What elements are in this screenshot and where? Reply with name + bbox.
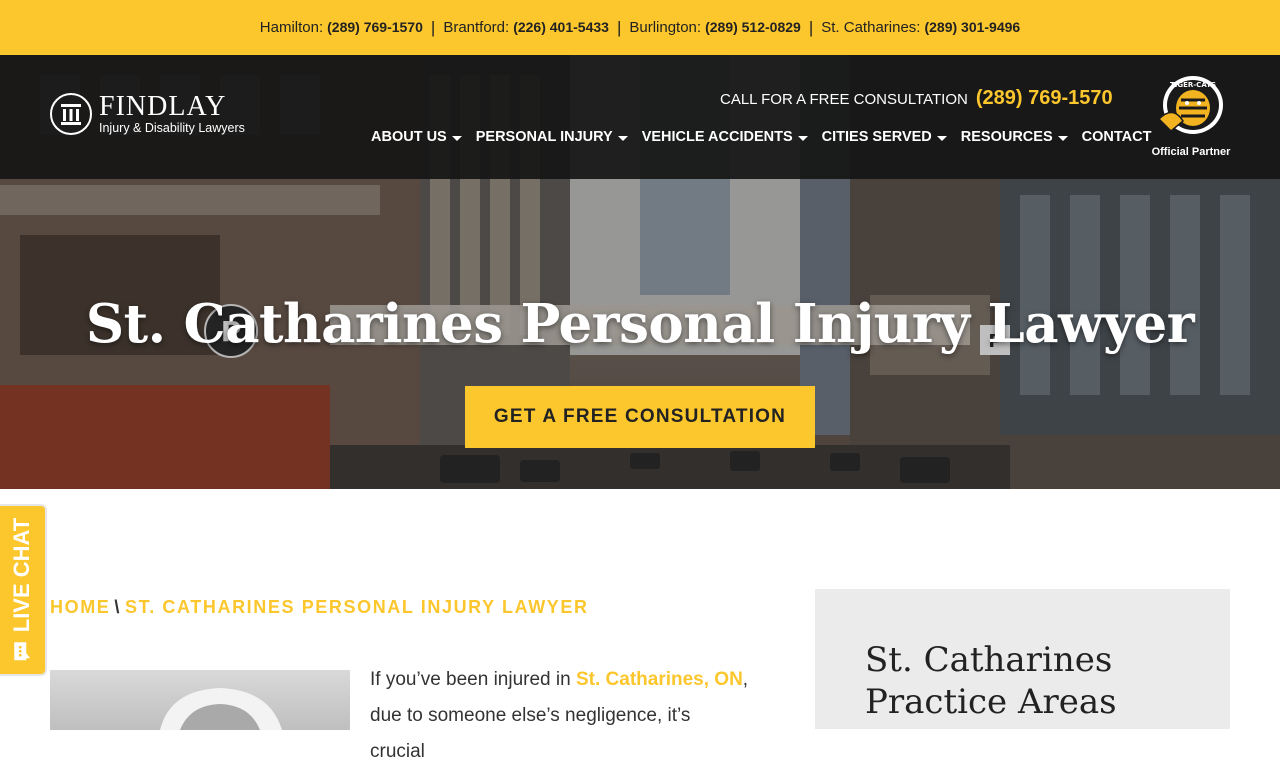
phone-st-catharines[interactable]: St. Catharines: (289) 301-9496 — [821, 19, 1020, 36]
header-cta: CALL FOR A FREE CONSULTATION (289) 769-1… — [720, 87, 1113, 110]
breadcrumb: HOME \ ST. CATHARINES PERSONAL INJURY LAWY… — [50, 597, 589, 618]
nav-cities-served[interactable]: CITIES SERVED — [822, 129, 947, 145]
phone-hamilton[interactable]: Hamilton: (289) 769-1570 — [260, 19, 423, 36]
cta-phone-link[interactable]: (289) 769-1570 — [976, 87, 1113, 110]
live-chat-tab[interactable]: LIVE CHAT — [0, 504, 47, 676]
tiger-cats-logo-icon: TIGER-CATS — [1157, 76, 1223, 134]
breadcrumb-home-link[interactable]: HOME — [50, 597, 110, 617]
phone-burlington[interactable]: Burlington: (289) 512-0829 — [629, 19, 800, 36]
practice-areas-sidebar: St. Catharines Practice Areas — [815, 589, 1230, 729]
st-catharines-link[interactable]: St. Catharines, ON — [576, 669, 743, 690]
phone-bar: Hamilton: (289) 769-1570 | Brantford: (226… — [0, 0, 1280, 55]
cta-label: CALL FOR A FREE CONSULTATION — [720, 91, 968, 108]
intro-paragraph: If you’ve been injured in St. Catharines… — [370, 669, 749, 762]
caret-down-icon — [936, 135, 947, 141]
nav-resources[interactable]: RESOURCES — [961, 129, 1068, 145]
findlay-logo[interactable]: FINDLAY Injury & Disability Lawyers — [50, 93, 245, 135]
phone-separator: | — [616, 17, 622, 37]
caret-down-icon — [451, 135, 462, 141]
site-header: FINDLAY Injury & Disability Lawyers CALL… — [0, 55, 1280, 179]
free-consultation-button[interactable]: GET A FREE CONSULTATION — [465, 386, 815, 448]
nav-vehicle-accidents[interactable]: VEHICLE ACCIDENTS — [642, 129, 808, 145]
logo-subtitle: Injury & Disability Lawyers — [99, 121, 245, 135]
nav-contact[interactable]: CONTACT — [1082, 129, 1152, 145]
hero-title: St. Catharines Personal Injury Lawyer — [85, 293, 1195, 355]
partner-label: Official Partner — [1151, 146, 1231, 158]
logo-name: FINDLAY — [99, 91, 227, 122]
phone-brantford[interactable]: Brantford: (226) 401-5433 — [443, 19, 609, 36]
phone-separator: | — [430, 17, 436, 37]
caret-down-icon — [797, 135, 808, 141]
pillar-icon — [50, 93, 92, 135]
sidebar-title: St. Catharines Practice Areas — [865, 640, 1117, 722]
phone-separator: | — [808, 17, 814, 37]
live-chat-label: LIVE CHAT — [9, 517, 35, 633]
svg-text:TIGER-CATS: TIGER-CATS — [1170, 81, 1216, 89]
nav-personal-injury[interactable]: PERSONAL INJURY — [476, 129, 628, 145]
breadcrumb-separator: \ — [114, 597, 122, 617]
caret-down-icon — [617, 135, 628, 141]
breadcrumb-current: ST. CATHARINES PERSONAL INJURY LAWYER — [125, 597, 589, 617]
main-nav: ABOUT US PERSONAL INJURY VEHICLE ACCIDEN… — [371, 129, 1165, 145]
lawyer-photo — [50, 670, 350, 730]
chat-bubble-icon — [14, 642, 31, 661]
caret-down-icon — [1057, 135, 1068, 141]
tiger-cats-partner[interactable]: TIGER-CATS Official Partner — [1150, 75, 1232, 158]
nav-about-us[interactable]: ABOUT US — [371, 129, 462, 145]
